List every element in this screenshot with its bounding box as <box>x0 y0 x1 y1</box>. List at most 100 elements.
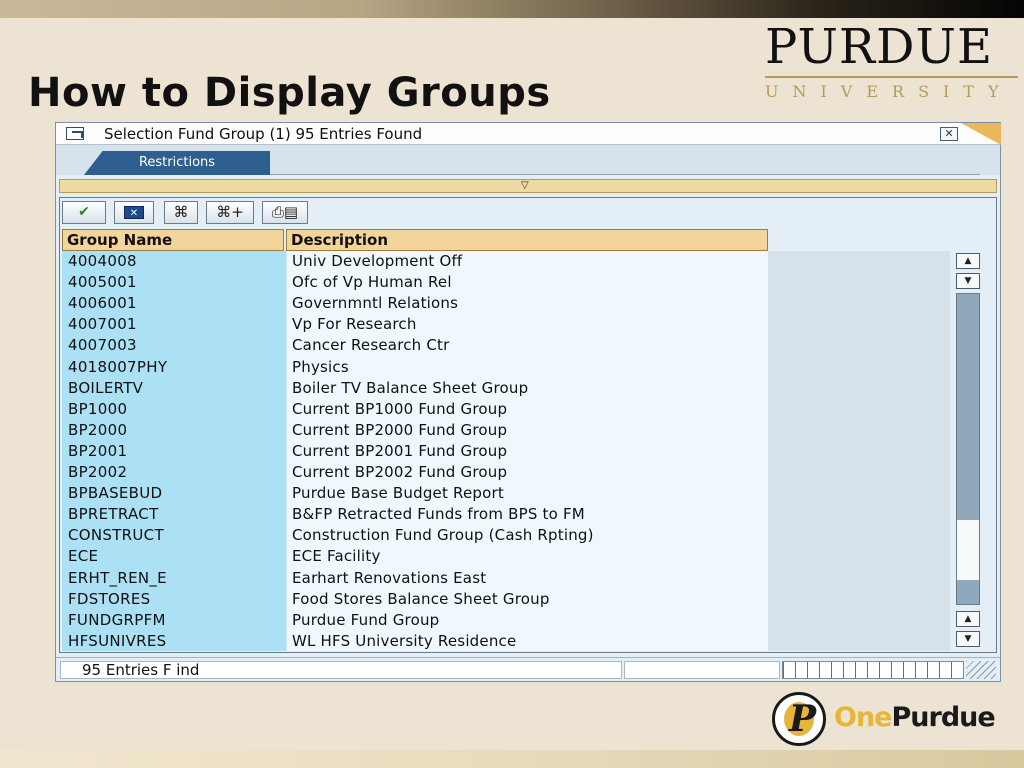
tab-divider <box>270 174 980 175</box>
titlebar-corner <box>961 123 1001 145</box>
table-row[interactable]: BPRETRACT B&FP Retracted Funds from BPS t… <box>62 504 768 525</box>
description-cell[interactable]: Current BP1000 Fund Group <box>292 399 507 420</box>
description-cell[interactable]: Vp For Research <box>292 314 417 335</box>
onepurdue-wordmark: OnePurdue <box>834 702 996 733</box>
description-cell[interactable]: Purdue Fund Group <box>292 610 439 631</box>
tab-restrictions[interactable]: Restrictions <box>84 151 270 175</box>
continue-button[interactable]: ✔ <box>62 201 106 224</box>
scroll-track[interactable] <box>956 293 980 605</box>
description-cell[interactable]: Current BP2001 Fund Group <box>292 441 507 462</box>
table-row[interactable]: 4004008 Univ Development Off <box>62 251 768 272</box>
top-decor-stripe <box>0 0 1024 18</box>
description-cell[interactable]: B&FP Retracted Funds from BPS to FM <box>292 504 585 525</box>
status-field-secondary <box>624 661 780 679</box>
table-row[interactable]: 4006001 Governmntl Relations <box>62 293 768 314</box>
description-cell[interactable]: Construction Fund Group (Cash Rpting) <box>292 525 594 546</box>
column-header-description[interactable]: Description <box>286 229 768 251</box>
resize-grip-icon[interactable] <box>966 661 996 679</box>
group-name-cell[interactable]: BPBASEBUD <box>68 483 162 504</box>
print-button[interactable]: ⎙▤ <box>262 201 308 224</box>
table-row[interactable]: 4007001 Vp For Research <box>62 314 768 335</box>
group-name-cell[interactable]: CONSTRUCT <box>68 525 164 546</box>
group-name-cell[interactable]: 4007003 <box>68 335 137 356</box>
group-name-cell[interactable]: ERHT_REN_E <box>68 568 167 589</box>
description-cell[interactable]: ECE Facility <box>292 546 381 567</box>
status-text: 95 Entries F ind <box>82 661 200 679</box>
selection-dialog: Selection Fund Group (1) 95 Entries Foun… <box>55 122 1001 682</box>
table-row[interactable]: 4007003 Cancer Research Ctr <box>62 335 768 356</box>
group-name-cell[interactable]: 4006001 <box>68 293 137 314</box>
group-name-cell[interactable]: 4005001 <box>68 272 137 293</box>
group-name-cell[interactable]: 4004008 <box>68 251 137 272</box>
group-name-cell[interactable]: BPRETRACT <box>68 504 159 525</box>
description-cell[interactable]: Earhart Renovations East <box>292 568 486 589</box>
group-name-cell[interactable]: BP2000 <box>68 420 127 441</box>
description-cell[interactable]: Current BP2000 Fund Group <box>292 420 507 441</box>
column-header-group-name[interactable]: Group Name <box>62 229 284 251</box>
table-row[interactable]: ECE ECE Facility <box>62 546 768 567</box>
group-name-cell[interactable]: BP2002 <box>68 462 127 483</box>
university-wordmark: UNIVERSITY <box>765 82 1013 101</box>
dialog-titlebar: Selection Fund Group (1) 95 Entries Foun… <box>56 123 1001 145</box>
group-name-cell[interactable]: BP2001 <box>68 441 127 462</box>
page-down-icon[interactable]: ▼ <box>956 273 980 289</box>
group-name-cell[interactable]: FDSTORES <box>68 589 151 610</box>
table-row[interactable]: BP2000 Current BP2000 Fund Group <box>62 420 768 441</box>
find-next-button[interactable]: ⌘+ <box>206 201 254 224</box>
table-row[interactable]: BP2001 Current BP2001 Fund Group <box>62 441 768 462</box>
scroll-thumb[interactable] <box>957 294 979 520</box>
scroll-thumb-lower[interactable] <box>957 580 979 604</box>
table-row[interactable]: BOILERTV Boiler TV Balance Sheet Group <box>62 378 768 399</box>
group-name-cell[interactable]: 4007001 <box>68 314 137 335</box>
description-cell[interactable]: Boiler TV Balance Sheet Group <box>292 378 528 399</box>
group-name-cell[interactable]: BP1000 <box>68 399 127 420</box>
description-cell[interactable]: Physics <box>292 357 349 378</box>
description-cell[interactable]: Purdue Base Budget Report <box>292 483 504 504</box>
onepurdue-purdue: Purdue <box>891 702 996 733</box>
group-name-cell[interactable]: 4018007PHY <box>68 357 167 378</box>
table-row[interactable]: FDSTORES Food Stores Balance Sheet Group <box>62 589 768 610</box>
table-row[interactable]: 4018007PHY Physics <box>62 357 768 378</box>
onepurdue-emblem-icon <box>772 692 826 746</box>
description-cell[interactable]: Food Stores Balance Sheet Group <box>292 589 550 610</box>
description-cell[interactable]: Current BP2002 Fund Group <box>292 462 507 483</box>
bottom-decor-stripe <box>0 750 1024 768</box>
group-name-cell[interactable]: FUNDGRPFM <box>68 610 166 631</box>
grid-header: Group Name Description <box>62 229 996 251</box>
binoculars-icon: ⌘ <box>173 203 189 221</box>
onepurdue-logo: OnePurdue <box>772 692 1012 748</box>
group-name-cell[interactable]: ECE <box>68 546 98 567</box>
table-row[interactable]: ERHT_REN_E Earhart Renovations East <box>62 568 768 589</box>
description-cell[interactable]: WL HFS University Residence <box>292 631 516 652</box>
scroll-down-icon[interactable]: ▼ <box>956 631 980 647</box>
cancel-icon: ✕ <box>124 206 144 219</box>
cancel-button[interactable]: ✕ <box>114 201 154 224</box>
printer-icon: ⎙▤ <box>271 203 299 221</box>
find-button[interactable]: ⌘ <box>164 201 198 224</box>
vertical-scrollbar[interactable]: ▲ ▼ ▲ ▼ <box>954 251 982 651</box>
scroll-up-icon[interactable]: ▲ <box>956 253 980 269</box>
tabstrip: Restrictions <box>56 145 1000 175</box>
table-row[interactable]: HFSUNIVRES WL HFS University Residence <box>62 631 768 652</box>
description-cell[interactable]: Ofc of Vp Human Rel <box>292 272 452 293</box>
table-row[interactable]: FUNDGRPFM Purdue Fund Group <box>62 610 768 631</box>
table-row[interactable]: CONSTRUCT Construction Fund Group (Cash R… <box>62 525 768 546</box>
table-row[interactable]: BP2002 Current BP2002 Fund Group <box>62 462 768 483</box>
results-grid: 4004008 Univ Development Off 4005001 Ofc of… <box>62 251 950 651</box>
dialog-title: Selection Fund Group (1) 95 Entries Foun… <box>104 125 423 143</box>
table-row[interactable]: 4005001 Ofc of Vp Human Rel <box>62 272 768 293</box>
description-cell[interactable]: Univ Development Off <box>292 251 462 272</box>
empty-column-area <box>768 251 950 651</box>
page-up-icon[interactable]: ▲ <box>956 611 980 627</box>
table-row[interactable]: BP1000 Current BP1000 Fund Group <box>62 399 768 420</box>
description-cell[interactable]: Cancer Research Ctr <box>292 335 449 356</box>
binoculars-plus-icon: ⌘+ <box>216 203 244 221</box>
table-row[interactable]: BPBASEBUD Purdue Base Budget Report <box>62 483 768 504</box>
results-toolbar: ✔ ✕ ⌘ ⌘+ ⎙▤ <box>62 201 342 225</box>
description-cell[interactable]: Governmntl Relations <box>292 293 458 314</box>
group-name-cell[interactable]: HFSUNIVRES <box>68 631 166 652</box>
group-name-cell[interactable]: BOILERTV <box>68 378 143 399</box>
collapse-restrictions-bar[interactable]: ▽ <box>59 179 997 193</box>
close-icon[interactable]: ✕ <box>940 127 958 141</box>
checkmark-icon: ✔ <box>78 204 90 220</box>
